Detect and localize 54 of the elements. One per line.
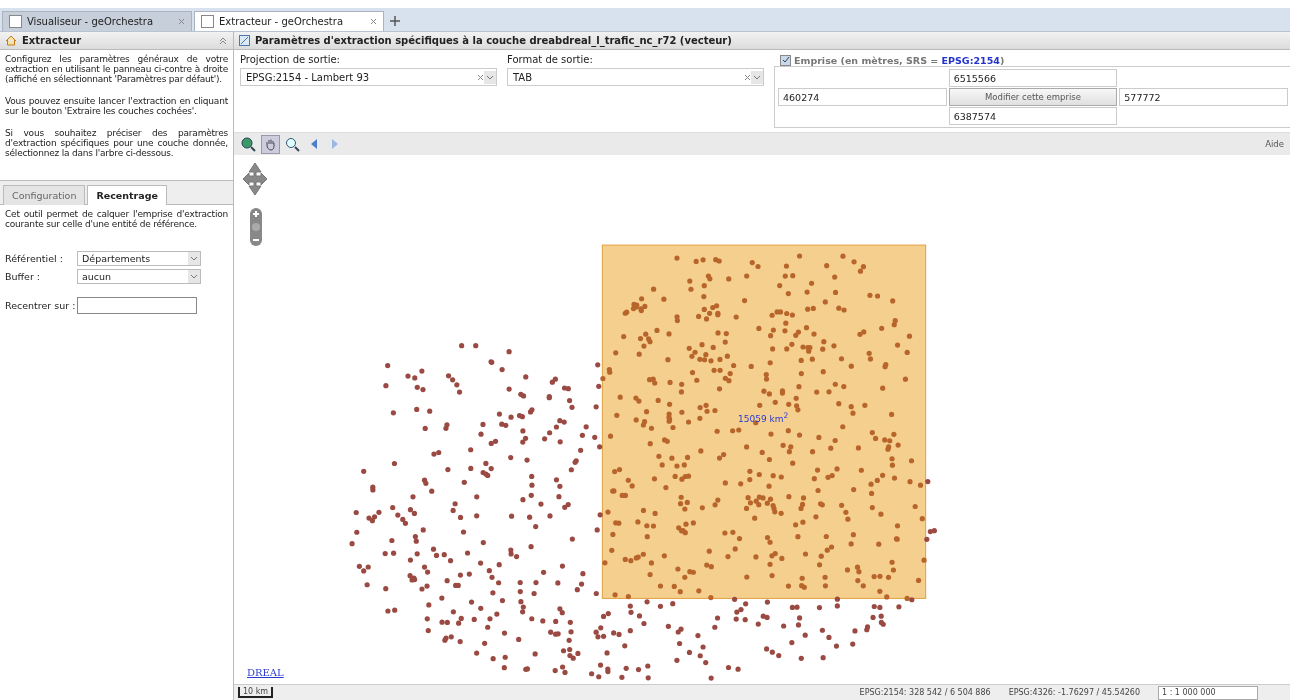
panel-title: Paramètres d'extraction spécifiques à la couche dreabdreal_l_trafic_nc_r72 (vecteur) [255,35,733,46]
help-paragraph: Si vous souhaitez préciser des paramètres d'extraction spécifiques pour une couche donnée, sélectionnez la dans l'arbre ci-dessous. [5,128,228,158]
select-field[interactable]: Départements [77,251,201,266]
help-paragraph: Vous pouvez ensuite lancer l'extraction en cliquant sur le bouton 'Extraire les couches cochées'. [5,96,228,116]
tool-description: Cet outil permet de calquer l'emprise d'extraction courante sur celle d'une entité de référence. [5,209,228,229]
close-icon[interactable] [744,73,751,81]
pan-control-icon[interactable] [242,161,268,197]
field-label: Projection de sortie: [240,54,341,65]
scale-bar: 10 km [238,687,274,698]
layer-icon [239,35,250,46]
scale-select[interactable]: 1 : 1 000 000 [1158,685,1258,700]
close-icon[interactable] [178,18,185,25]
projection-select[interactable]: EPSG:2154 - Lambert 93 [240,68,497,86]
coordinates-text: EPSG:4326: -1.76297 / 45.54260 [1008,688,1140,697]
modify-extent-button[interactable]: Modifier cette emprise [948,88,1118,106]
field-label: Référentiel : [5,253,64,264]
browser-tab[interactable]: Visualiseur - geOrchestra [2,11,192,31]
globe-zoom-icon[interactable] [240,135,257,153]
field-label: Buffer : [5,271,42,282]
page-icon [9,15,22,28]
field-label: Format de sortie: [507,54,594,65]
area-label: 15059 km$^{2}$ [738,411,789,424]
browser-tab[interactable]: Extracteur - geOrchestra [194,11,384,31]
coordinates-text: EPSG:2154: 328 542 / 6 504 886 [859,688,991,697]
recenter-input[interactable] [77,297,197,314]
extent-box[interactable] [601,244,927,599]
page-icon [201,15,214,28]
dropdown-caret-icon[interactable] [484,70,496,84]
east-field[interactable]: 577772 [1119,88,1288,106]
dropdown-caret-icon[interactable] [188,270,200,283]
close-icon[interactable] [477,73,484,81]
pan-hand-icon[interactable] [261,134,280,154]
west-field[interactable]: 460274 [778,88,947,106]
zoom-control-icon[interactable] [249,207,263,247]
select-field[interactable]: aucun [77,269,201,284]
extent-checkbox[interactable] [780,54,791,66]
zoom-in-icon[interactable] [284,135,301,153]
north-field[interactable]: 6515566 [948,69,1118,87]
panel-tab[interactable]: Recentrage [87,185,167,205]
field-label: Recentrer sur : [5,300,77,311]
collapse-icon[interactable] [218,35,228,46]
help-paragraph: Configurez les paramètres généraux de votre extraction en utilisant le panneau ci-contre à droite (affiché en sélectionnant 'Paramètres par défaut'). [5,54,228,84]
help-link[interactable]: Aide [1265,139,1284,149]
panel-tab[interactable]: Configuration [3,185,86,205]
dropdown-caret-icon[interactable] [188,252,200,265]
panel-title: Extracteur [22,35,83,46]
map-canvas[interactable]: 15059 km$^{2}$ DREAL [234,155,1290,684]
south-field[interactable]: 6387574 [948,107,1118,125]
extent-legend: Emprise (en mètres, SRS = EPSG:2154) [794,54,1005,66]
close-icon[interactable] [370,18,377,25]
dropdown-caret-icon[interactable] [751,70,763,84]
house-icon [5,35,17,46]
attribution-link[interactable]: DREAL [247,667,284,678]
format-select[interactable]: TAB [507,68,764,86]
